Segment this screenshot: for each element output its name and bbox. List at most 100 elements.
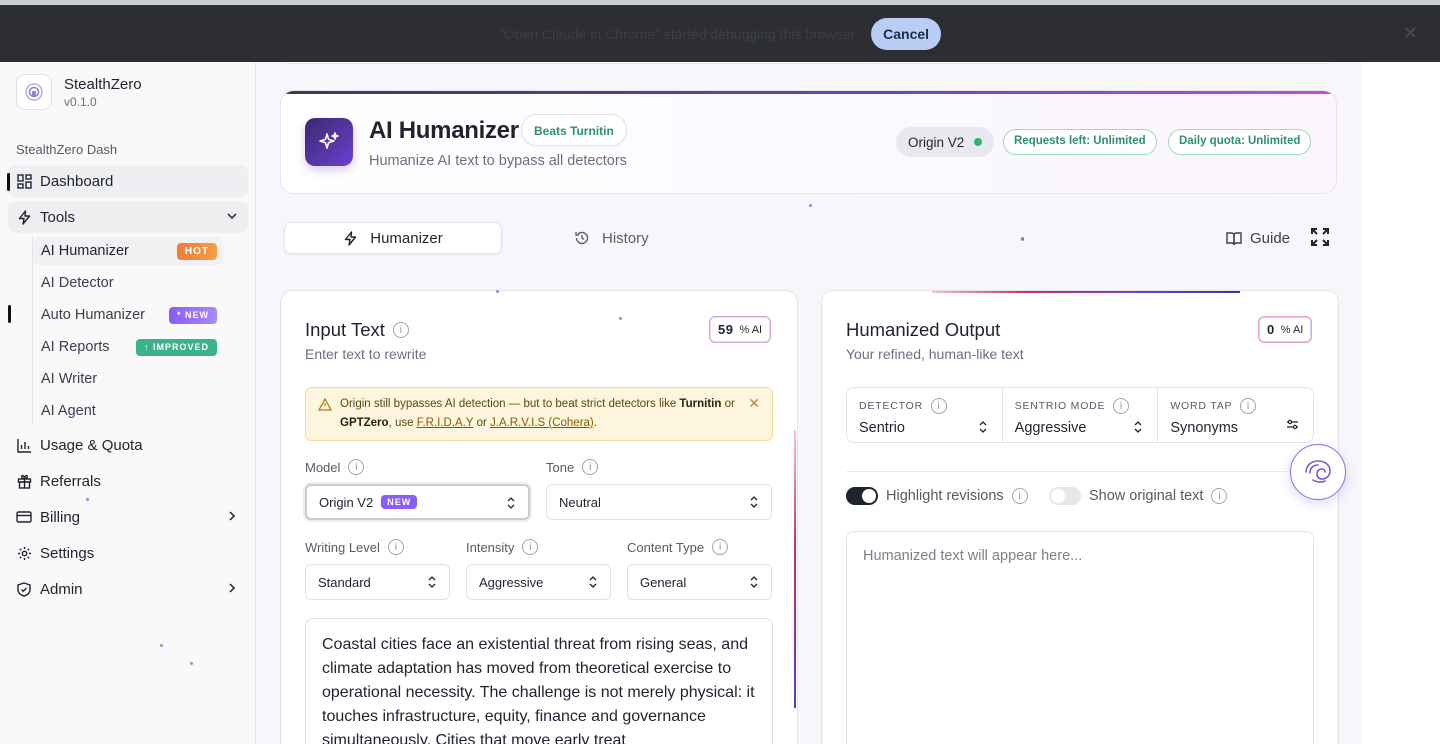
info-icon[interactable]: i xyxy=(1011,488,1028,504)
fullscreen-icon[interactable] xyxy=(1310,227,1332,249)
history-icon xyxy=(574,230,590,246)
tone-select[interactable]: Neutral xyxy=(546,484,772,520)
original-label-text: Show original text xyxy=(1089,488,1204,504)
sidebar-item-dashboard[interactable]: Dashboard xyxy=(7,165,248,197)
sidebar-item-billing[interactable]: Billing xyxy=(8,501,248,533)
debug-banner: "Open Claude in Chrome" started debuggin… xyxy=(0,0,1440,62)
info-icon[interactable]: i xyxy=(712,539,729,555)
gift-icon xyxy=(16,473,32,489)
main-content: AI Humanizer Beats Turnitin Humanize AI … xyxy=(256,62,1362,744)
friday-link[interactable]: F.R.I.D.A.Y xyxy=(417,417,474,429)
decorative-accent-bar xyxy=(794,430,796,708)
chevron-up-down-icon xyxy=(1133,420,1143,439)
content-type-select[interactable]: General xyxy=(627,564,772,600)
chevron-up-down-icon xyxy=(978,420,988,439)
intensity-select[interactable]: Aggressive xyxy=(466,564,611,600)
detector-warning-banner: Origin still bypasses AI detection — but… xyxy=(305,387,773,441)
humanized-output-area[interactable]: Humanized text will appear here... xyxy=(846,531,1314,744)
status-dot-icon xyxy=(974,138,983,146)
decorative-speck xyxy=(190,662,193,665)
input-card-subtitle: Enter text to rewrite xyxy=(305,346,427,362)
info-icon[interactable]: i xyxy=(930,398,947,414)
sidebar-item-admin[interactable]: Admin xyxy=(8,573,248,605)
input-card-title: Input Text i xyxy=(305,319,409,341)
hot-badge: HOT xyxy=(176,243,217,260)
tone-value: Neutral xyxy=(559,494,601,510)
info-icon[interactable]: i xyxy=(392,322,409,338)
sidebar-item-label: Usage & Quota xyxy=(40,436,143,454)
input-textarea[interactable]: Coastal cities face an existential threa… xyxy=(305,618,773,744)
sliders-icon xyxy=(1286,418,1299,436)
mode-value: Aggressive xyxy=(1014,420,1087,436)
sidebar-item-ai-detector[interactable]: AI Detector xyxy=(33,269,223,297)
sidebar-item-label: Admin xyxy=(40,580,83,598)
info-icon[interactable]: i xyxy=(387,539,404,555)
sidebar-item-auto-humanizer[interactable]: Auto Humanizer * NEW xyxy=(8,301,223,329)
writing-level-select[interactable]: Standard xyxy=(305,564,450,600)
output-card-subtitle: Your refined, human-like text xyxy=(846,346,1024,362)
show-original-label: Show original text i xyxy=(1089,488,1228,504)
warning-text: or xyxy=(721,398,735,410)
warning-text: or xyxy=(473,417,490,429)
sidebar-item-usage[interactable]: Usage & Quota xyxy=(8,429,248,461)
book-icon xyxy=(1226,231,1242,246)
tab-history[interactable]: History xyxy=(574,222,649,254)
tone-label: Tone i xyxy=(546,459,599,475)
close-icon[interactable]: ✕ xyxy=(1403,23,1418,44)
info-icon[interactable]: i xyxy=(582,459,599,475)
tab-humanizer[interactable]: Humanizer xyxy=(284,222,502,254)
info-icon[interactable]: i xyxy=(1211,488,1228,504)
word-tap-select[interactable]: WORD TAP i Synonyms xyxy=(1158,388,1313,442)
input-text-card: Input Text i Enter text to rewrite 59 % … xyxy=(280,290,798,744)
sidebar-item-label: Settings xyxy=(40,544,95,562)
sidebar-item-ai-agent[interactable]: AI Agent xyxy=(33,397,223,425)
sidebar-item-tools[interactable]: Tools xyxy=(8,201,248,233)
highlight-revisions-toggle[interactable] xyxy=(846,487,878,505)
detector-select[interactable]: DETECTOR i Sentrio xyxy=(847,388,1003,442)
sidebar-item-label: AI Writer xyxy=(41,371,98,387)
bolt-icon xyxy=(343,230,358,246)
page-title: AI Humanizer xyxy=(369,117,519,144)
sidebar-item-ai-humanizer[interactable]: AI Humanizer HOT xyxy=(33,237,223,265)
model-status-badge: Origin V2 xyxy=(896,127,995,157)
decorative-speck xyxy=(809,204,812,207)
output-ai-percent: 0 xyxy=(1267,322,1275,337)
info-icon[interactable]: i xyxy=(1240,398,1257,414)
daily-quota-badge: Daily quota: Unlimited xyxy=(1168,129,1312,155)
info-icon[interactable]: i xyxy=(348,459,365,475)
new-badge: * NEW xyxy=(169,307,217,324)
guide-link[interactable]: Guide xyxy=(1226,222,1290,254)
intensity-value: Aggressive xyxy=(479,574,544,590)
brain-assistant-icon[interactable] xyxy=(1290,444,1346,500)
brand-logo-icon xyxy=(16,74,52,110)
decorative-speck xyxy=(1021,238,1024,241)
show-original-toggle[interactable] xyxy=(1049,487,1081,505)
warning-turnitin: Turnitin xyxy=(679,398,722,410)
sidebar-item-referrals[interactable]: Referrals xyxy=(8,465,248,497)
chevron-right-icon xyxy=(226,581,238,598)
sidebar-nav: Dashboard Tools AI Humanizer HOT AI Dete… xyxy=(7,165,248,609)
model-select[interactable]: Origin V2 NEW xyxy=(305,484,530,520)
sidebar-item-ai-writer[interactable]: AI Writer xyxy=(33,365,223,393)
bolt-icon xyxy=(16,209,32,225)
info-icon[interactable]: i xyxy=(1113,398,1130,414)
dashboard-icon xyxy=(16,173,32,189)
sentrio-mode-select[interactable]: SENTRIO MODE i Aggressive xyxy=(1003,388,1159,442)
cancel-debug-button[interactable]: Cancel xyxy=(871,17,942,50)
header-accent-bar xyxy=(281,91,1336,94)
sidebar-item-settings[interactable]: Settings xyxy=(8,537,248,569)
detector-label-text: DETECTOR xyxy=(859,400,923,412)
output-accent-bar xyxy=(932,291,1240,293)
chevron-up-down-icon xyxy=(588,575,598,592)
sidebar-item-ai-reports[interactable]: AI Reports ↑ IMPROVED xyxy=(33,333,223,361)
chevron-up-down-icon xyxy=(427,575,437,592)
active-marker xyxy=(8,305,11,323)
brand[interactable]: StealthZero v0.1.0 xyxy=(16,74,142,110)
new-badge: NEW xyxy=(381,495,418,509)
jarvis-link[interactable]: J.A.R.V.I.S (Cohera) xyxy=(490,417,594,429)
credit-card-icon xyxy=(16,509,32,525)
info-icon[interactable]: i xyxy=(522,539,539,555)
content-type-value: General xyxy=(640,574,687,590)
close-icon[interactable]: ✕ xyxy=(748,394,760,413)
output-settings-row: DETECTOR i Sentrio SENTRIO MODE i Aggressi… xyxy=(846,387,1314,443)
